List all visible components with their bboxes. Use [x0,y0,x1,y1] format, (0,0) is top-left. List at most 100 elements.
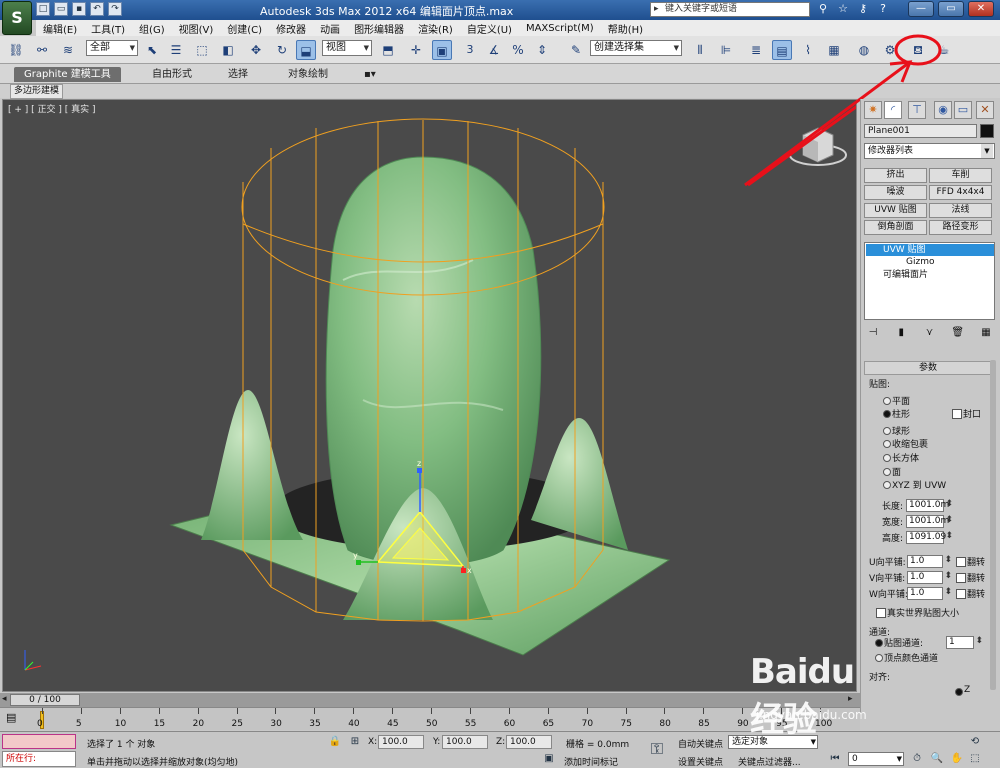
select-manipulate-icon[interactable]: ✛ [406,40,426,60]
link-icon[interactable]: ⛓ [6,40,26,60]
current-frame-field[interactable]: 0 [848,752,904,766]
u-flip-checkbox[interactable]: 翻转 [956,555,985,568]
menu-tools[interactable]: 工具(T) [84,21,132,36]
window-crossing-icon[interactable]: ◧ [218,40,238,60]
unlink-icon[interactable]: ⚯ [32,40,52,60]
tab-selection[interactable]: 选择 [228,67,248,82]
binoculars-icon[interactable]: ⚲ [816,2,830,16]
reference-coord-dropdown[interactable]: 视图 [322,40,372,56]
z-coord-field[interactable]: 100.0 [506,735,552,749]
help-icon[interactable]: ? [876,2,890,16]
add-time-tag[interactable]: 添加时间标记 [564,755,618,768]
align-z-radio[interactable]: Z [954,685,970,696]
key-filters-button[interactable]: 关键点过滤器... [738,755,801,768]
listener-line[interactable]: 所在行: [2,751,76,767]
v-flip-checkbox[interactable]: 翻转 [956,571,985,584]
track-bar[interactable]: ▤ 0 5 10 15 20 25 30 35 40 45 50 55 60 65 70 75 80 85 90 95… [0,707,860,730]
zoom-icon[interactable]: 🔍 [930,752,944,766]
named-selection-dropdown[interactable]: 创建选择集 [590,40,682,56]
select-by-name-icon[interactable]: ☰ [166,40,186,60]
normal-button[interactable]: 法线 [929,203,992,218]
menu-animation[interactable]: 动画 [313,21,347,36]
selection-filter-dropdown[interactable]: 全部 [86,40,138,56]
uvw-map-button[interactable]: UVW 贴图 [864,203,927,218]
parameters-rollout-header[interactable]: 参数 [864,361,992,375]
keyboard-shortcut-icon[interactable]: ▣ [432,40,452,60]
time-tag-icon[interactable]: ▣ [542,752,556,766]
menu-create[interactable]: 创建(C) [220,21,269,36]
open-icon[interactable]: ▭ [54,2,68,16]
modify-tab-icon[interactable]: ◜ [884,101,902,119]
menu-rendering[interactable]: 渲染(R) [411,21,460,36]
create-tab-icon[interactable]: ✷ [864,101,882,119]
menu-edit[interactable]: 编辑(E) [36,21,84,36]
mapping-face-radio[interactable]: 面 [882,465,901,478]
tab-object-paint[interactable]: 对象绘制 [288,67,328,82]
time-prev-icon[interactable]: ◂ [2,694,7,704]
menu-help[interactable]: 帮助(H) [601,21,650,36]
stack-item-editable-patch[interactable]: 可编辑面片 [866,269,994,281]
x-coord-field[interactable]: 100.0 [378,735,424,749]
pan-view-icon[interactable]: ✋ [950,752,964,766]
align-icon[interactable]: ⊫ [716,40,736,60]
cap-checkbox[interactable]: 封口 [952,407,981,420]
map-channel-spinner[interactable]: 1 [946,636,983,649]
u-tile-spinner[interactable]: 1.0 [907,555,952,568]
configure-sets-icon[interactable]: ▦ [977,325,995,341]
menu-views[interactable]: 视图(V) [172,21,221,36]
time-slider-thumb[interactable]: 0 / 100 [10,694,80,706]
show-end-result-icon[interactable]: ▮ [892,325,910,341]
mapping-planar-radio[interactable]: 平面 [882,394,910,407]
path-deform-button[interactable]: 路径变形 [929,220,992,235]
goto-start-icon[interactable]: ⏮ [828,752,842,766]
orbit-icon[interactable]: ⟲ [968,735,982,749]
width-spinner[interactable]: 1001.0m [906,515,953,528]
stack-item-uvw-map[interactable]: UVW 贴图 [866,244,994,256]
mini-curve-editor-icon[interactable]: ▤ [6,711,16,724]
perspective-viewport[interactable]: [ + ] [ 正交 ] [ 真实 ] z y x [2,99,857,692]
w-tile-spinner[interactable]: 1.0 [907,587,952,600]
absolute-mode-icon[interactable]: ⊞ [348,735,362,749]
set-key-button[interactable]: 设置关键点 [678,755,723,768]
panel-scrollbar[interactable] [990,360,996,690]
mapping-box-radio[interactable]: 长方体 [882,451,919,464]
v-tile-spinner[interactable]: 1.0 [907,571,952,584]
pivot-center-icon[interactable]: ⬒ [378,40,398,60]
spinner-snap-icon[interactable]: ⇕ [532,40,552,60]
polygon-modeling-label[interactable]: 多边形建模 [10,84,64,99]
maxscript-mini-listener[interactable] [2,734,76,749]
edit-named-sets-icon[interactable]: ✎ [566,40,586,60]
modifier-list-dropdown[interactable]: 修改器列表 [864,143,995,159]
mapping-xyz-radio[interactable]: XYZ 到 UVW [882,478,946,491]
rotate-icon[interactable]: ↻ [272,40,292,60]
select-object-icon[interactable]: ⬉ [142,40,162,60]
lock-selection-icon[interactable]: 🔒 [328,735,342,749]
move-icon[interactable]: ✥ [246,40,266,60]
tab-graphite-modeling[interactable]: Graphite 建模工具 [14,67,121,82]
stack-item-gizmo[interactable]: Gizmo [866,256,994,268]
noise-button[interactable]: 噪波 [864,185,927,200]
percent-snap-icon[interactable]: % [508,40,528,60]
pin-stack-icon[interactable]: ⊣ [864,325,882,341]
undo-icon[interactable]: ↶ [90,2,104,16]
angle-snap-icon[interactable]: ∡ [484,40,504,60]
rect-selection-icon[interactable]: ⬚ [192,40,212,60]
auto-key-button[interactable]: 自动关键点 [678,737,723,750]
make-unique-icon[interactable]: ⋎ [921,325,939,341]
menu-maxscript[interactable]: MAXScript(M) [519,23,601,34]
ffd-button[interactable]: FFD 4x4x4 [929,185,992,200]
search-input[interactable]: 键入关键字或短语 [650,2,810,17]
map-channel-radio[interactable]: 贴图通道: [874,636,923,649]
bevel-profile-button[interactable]: 倒角剖面 [864,220,927,235]
display-tab-icon[interactable]: ▭ [954,101,972,119]
new-icon[interactable]: □ [36,2,50,16]
maximize-viewport-icon[interactable]: ⬚ [968,752,982,766]
minimize-button[interactable]: — [908,1,934,17]
height-spinner[interactable]: 1091.09 [906,531,953,544]
star-icon[interactable]: ☆ [836,2,850,16]
vertex-color-channel-radio[interactable]: 顶点颜色通道 [874,651,938,664]
key-icon[interactable]: ⚷ [856,2,870,16]
maximize-button[interactable]: ▭ [938,1,964,17]
real-world-map-size-checkbox[interactable]: 真实世界贴图大小 [876,606,959,619]
save-icon[interactable]: ▪ [72,2,86,16]
